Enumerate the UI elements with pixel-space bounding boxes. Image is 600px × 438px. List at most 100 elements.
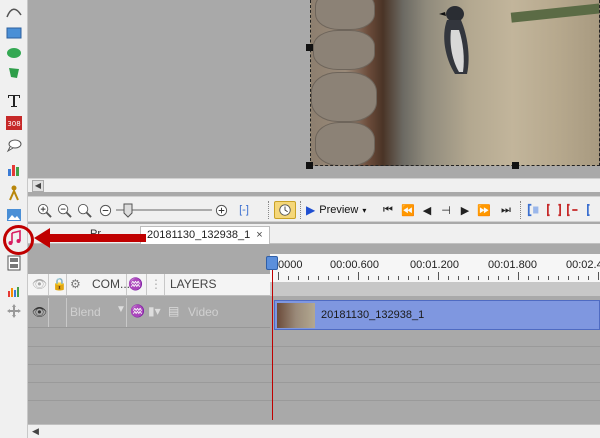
ellipse-tool-icon[interactable] [5,44,23,62]
layer-row-video[interactable]: 👁 Blend ▼ ♒ ▮▾ ▤ Video [28,298,270,328]
row-divider [66,298,67,327]
layer-name[interactable]: Video [188,305,218,319]
step-back-icon[interactable]: ◀ [420,201,434,219]
ruler-tick [448,276,449,280]
empty-track-row [270,364,600,365]
layers-panel: 👁 🔒 ⚙ COM... ♒ ⋮ LAYERS 👁 Blend ▼ ♒ ▮▾ ▤… [28,246,270,424]
row-divider [48,298,49,327]
go-to-end-icon[interactable]: ⏭ [498,201,514,219]
ruler-tick [318,276,319,280]
ruler-tick [298,276,299,280]
ruler-tick [508,276,509,280]
ruler-tick [398,276,399,280]
video-frame-image[interactable] [310,0,600,166]
trim-icon[interactable] [566,201,582,219]
clip-bracket-icon[interactable] [586,201,600,219]
ruler-tick-label: 00:01.200 [410,259,459,271]
playhead-handle[interactable] [266,256,278,270]
ruler-tick [338,276,339,280]
zoom-in-icon[interactable] [36,201,52,219]
equalizer-tool-icon[interactable] [5,282,23,300]
layers-header-label: LAYERS [170,277,217,291]
shape-tool-icon[interactable] [5,64,23,82]
time-ruler[interactable]: 0000 00:00.600 00:01.200 00:01.800 00:02… [270,254,600,296]
ruler-tick [538,276,539,280]
zoom-out-icon[interactable] [56,201,72,219]
filmstrip-tool-icon[interactable] [5,254,23,272]
rewind-icon[interactable]: ⏪ [400,201,416,219]
timeline-area[interactable]: 0000 00:00.600 00:01.200 00:01.800 00:02… [270,246,600,424]
ruler-tick-label: 00:02.4 [566,259,600,271]
layers-header: 👁 🔒 ⚙ COM... ♒ ⋮ LAYERS [28,274,270,296]
step-forward-icon[interactable]: ▶ [458,201,472,219]
move-tool-icon[interactable] [5,302,23,320]
toolbar-separator [268,201,269,219]
ruler-tick [378,276,379,280]
scroll-left-icon[interactable]: ◀ [32,426,39,437]
text-tool-icon[interactable] [5,92,23,110]
chart-tool-icon[interactable] [5,160,23,178]
fast-forward-icon[interactable]: ⏩ [476,201,492,219]
timeline-horizontal-scrollbar[interactable]: ◀ [28,424,600,438]
mark-in-icon[interactable] [526,201,542,219]
clip-thumbnail [277,303,315,328]
ruler-tick [518,272,519,280]
canvas-horizontal-scrollbar[interactable]: ◀ [28,178,600,192]
mark-out-icon[interactable] [546,201,562,219]
visibility-eye-icon[interactable]: 👁 [32,305,47,319]
scroll-left-icon[interactable]: ◀ [32,180,44,192]
close-icon[interactable]: × [256,229,262,241]
preview-button[interactable]: ▶ Preview ▾ [306,201,376,219]
chevron-down-icon[interactable]: ▼ [116,304,126,315]
go-to-start-icon[interactable]: ⏮ [380,201,396,219]
rectangle-tool-icon[interactable] [5,24,23,42]
resize-handle[interactable] [306,162,313,169]
fit-timeline-button[interactable]: [-] [232,201,256,219]
header-divider [48,274,49,295]
annotation-circle [3,225,34,255]
ruler-tick [328,276,329,280]
lock-header-icon: 🔒 [52,277,67,291]
callout-tool-icon[interactable] [5,136,23,154]
header-divider [146,274,147,295]
split-icon[interactable]: ⊣ [438,201,454,219]
resize-handle[interactable] [306,44,313,51]
ruler-tick [278,272,279,280]
ruler-tick [388,276,389,280]
tab-active-clip[interactable]: 20181130_132938_1 × [140,226,270,244]
zoom-minimum-icon[interactable] [98,201,112,219]
ruler-tick [588,276,589,280]
dropdown-arrow-icon: ▾ [362,205,367,215]
image-tool-icon[interactable] [5,206,23,224]
preview-label: Preview [319,204,359,216]
branch-shape [510,3,599,23]
blend-mode-select[interactable]: Blend [70,305,101,319]
header-divider [164,274,165,295]
play-icon: ▶ [306,203,316,217]
figure-tool-icon[interactable] [5,184,23,202]
zoom-slider[interactable] [114,201,214,219]
empty-layer-row [28,346,270,347]
composite-header-icon: ⚙ [70,277,81,291]
counter-tool-icon[interactable]: 308 [5,114,23,132]
header-divider [126,274,127,295]
curve-tool-icon[interactable] [5,4,23,22]
clip-label: 20181130_132938_1 [321,309,425,321]
ruler-tick [568,276,569,280]
empty-track-row [270,382,600,383]
zoom-maximum-icon[interactable] [214,201,228,219]
audio-wave-icon[interactable]: ♒ [130,304,145,318]
resize-handle[interactable] [512,162,519,169]
canvas-area[interactable] [28,0,600,178]
rock-shape [311,72,377,122]
zoom-100-icon[interactable] [76,201,92,219]
layer-options-icon[interactable]: ▮▾ [148,304,161,318]
ruler-tick [478,276,479,280]
ruler-tick-label: 00:00.600 [330,259,379,271]
tab-label: 20181130_132938_1 [147,229,251,241]
ruler-tick [288,276,289,280]
work-area-strip[interactable] [270,282,600,296]
timer-icon[interactable] [274,201,296,219]
video-clip[interactable]: 20181130_132938_1 [274,300,600,330]
annotation-arrow-icon [34,228,146,248]
